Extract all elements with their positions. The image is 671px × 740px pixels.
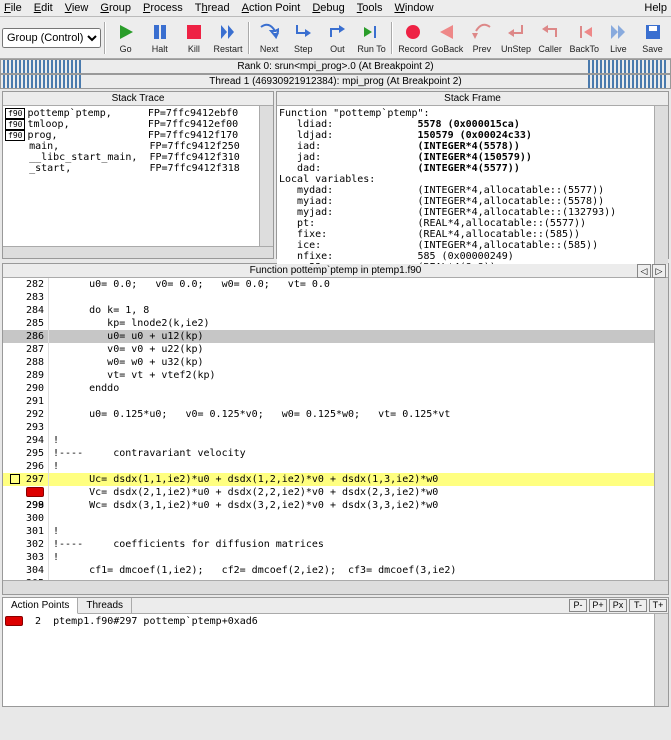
halt-button[interactable]: Halt — [143, 19, 176, 56]
p-minus-button[interactable]: P- — [569, 599, 587, 612]
go-button[interactable]: Go — [109, 19, 142, 56]
p-plus-button[interactable]: P+ — [589, 599, 607, 612]
unstep-button[interactable]: UnStep — [499, 19, 532, 56]
t-plus-button[interactable]: T+ — [649, 599, 667, 612]
menubar: File Edit View Group Process Thread Acti… — [0, 0, 671, 17]
stack-frame-panel: Stack Frame Function "pottemp`ptemp": ld… — [276, 91, 669, 259]
scrollbar[interactable] — [654, 278, 668, 580]
goback-icon — [436, 21, 458, 43]
out-button[interactable]: Out — [321, 19, 354, 56]
menu-tools[interactable]: Tools — [357, 2, 383, 14]
stack-trace-panel: Stack Trace f90pottemp`ptemp, FP=7ffc941… — [2, 91, 274, 259]
t-minus-button[interactable]: T- — [629, 599, 647, 612]
px-button[interactable]: Px — [609, 599, 627, 612]
menu-process[interactable]: Process — [143, 2, 183, 14]
scrollbar[interactable] — [3, 246, 273, 258]
menu-group[interactable]: Group — [100, 2, 131, 14]
menu-actionpoint[interactable]: Action Point — [242, 2, 301, 14]
live-icon — [607, 21, 629, 43]
scrollbar[interactable] — [654, 614, 668, 706]
menu-thread[interactable]: Thread — [195, 2, 230, 14]
tab-action-points[interactable]: Action Points — [3, 598, 78, 614]
stack-frame-list[interactable]: Function "pottemp`ptemp": ldiad: 5578 (0… — [277, 106, 654, 272]
runto-button[interactable]: Run To — [355, 19, 388, 56]
stop-icon — [183, 21, 205, 43]
restart-button[interactable]: Restart — [211, 19, 244, 56]
caller-icon — [539, 21, 561, 43]
nav-next-button[interactable]: ▷ — [652, 264, 666, 278]
prev-icon — [471, 21, 493, 43]
toolbar: Group (Control) Go Halt Kill Restart Nex… — [0, 17, 671, 59]
pause-icon — [149, 21, 171, 43]
source-code[interactable]: u0= 0.0; v0= 0.0; w0= 0.0; vt= 0.0 do k=… — [49, 278, 654, 580]
caller-button[interactable]: Caller — [534, 19, 567, 56]
stack-frame-title: Stack Frame — [277, 92, 668, 106]
kill-button[interactable]: Kill — [177, 19, 210, 56]
menu-file[interactable]: File — [4, 2, 22, 14]
menu-debug[interactable]: Debug — [312, 2, 344, 14]
rank-status: Rank 0: srun<mpi_prog>.0 (At Breakpoint … — [0, 59, 671, 74]
menu-help[interactable]: Help — [644, 2, 667, 14]
backto-icon — [573, 21, 595, 43]
save-button[interactable]: Save — [636, 19, 669, 56]
source-panel: Function pottemp`ptemp in ptemp1.f90 ◁ ▷… — [2, 263, 669, 595]
line-gutter[interactable]: 2822832842852862872882892902912922932942… — [3, 278, 49, 580]
live-button[interactable]: Live — [602, 19, 635, 56]
scrollbar[interactable] — [259, 106, 273, 246]
group-select[interactable]: Group (Control) — [2, 28, 101, 48]
scrollbar[interactable] — [3, 580, 668, 594]
menu-edit[interactable]: Edit — [34, 2, 53, 14]
out-icon — [326, 21, 348, 43]
thread-status: Thread 1 (46930921912384): mpi_prog (At … — [0, 74, 671, 89]
stack-trace-list[interactable]: f90pottemp`ptemp, FP=7ffc9412ebf0f90tmlo… — [3, 106, 259, 246]
breakpoint-icon — [5, 616, 23, 626]
source-title: Function pottemp`ptemp in ptemp1.f90 ◁ ▷ — [3, 264, 668, 278]
unstep-icon — [505, 21, 527, 43]
record-button[interactable]: Record — [396, 19, 429, 56]
step-button[interactable]: Step — [287, 19, 320, 56]
menu-window[interactable]: Window — [394, 2, 433, 14]
stack-trace-title: Stack Trace — [3, 92, 273, 106]
scrollbar[interactable] — [654, 106, 668, 272]
bottom-panel: Action Points Threads P- P+ Px T- T+ 2 p… — [2, 597, 669, 707]
record-icon — [402, 21, 424, 43]
action-points-list[interactable]: 2 ptemp1.f90#297 pottemp`ptemp+0xad6 — [3, 614, 654, 706]
restart-icon — [217, 21, 239, 43]
goback-button[interactable]: GoBack — [430, 19, 464, 56]
backto-button[interactable]: BackTo — [568, 19, 601, 56]
next-icon — [258, 21, 280, 43]
save-icon — [642, 21, 664, 43]
prev-button[interactable]: Prev — [465, 19, 498, 56]
play-icon — [115, 21, 137, 43]
nav-prev-button[interactable]: ◁ — [637, 264, 651, 278]
runto-icon — [361, 21, 383, 43]
next-button[interactable]: Next — [253, 19, 286, 56]
menu-view[interactable]: View — [65, 2, 89, 14]
step-icon — [292, 21, 314, 43]
tab-threads[interactable]: Threads — [78, 598, 132, 613]
